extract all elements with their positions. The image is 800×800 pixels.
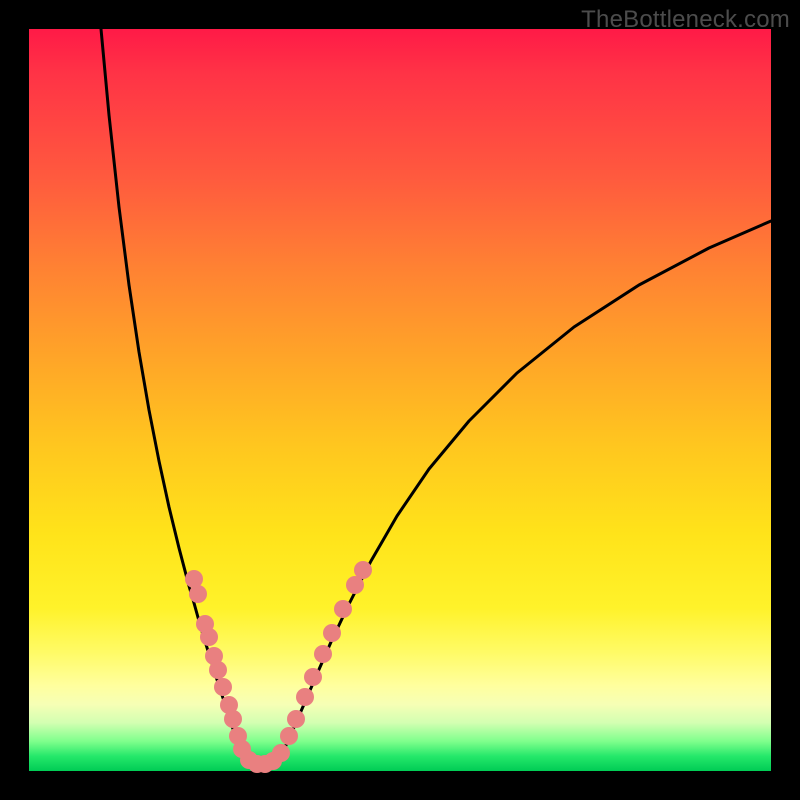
v-curve-path — [101, 29, 771, 767]
scatter-dot — [354, 561, 372, 579]
scatter-dot — [314, 645, 332, 663]
scatter-dot — [323, 624, 341, 642]
scatter-dot — [189, 585, 207, 603]
scatter-dot — [280, 727, 298, 745]
curves-svg — [29, 29, 771, 771]
scatter-dot — [209, 661, 227, 679]
scatter-dots — [185, 561, 372, 773]
scatter-dot — [224, 710, 242, 728]
scatter-dot — [272, 744, 290, 762]
plot-area — [29, 29, 771, 771]
bottleneck-curve — [101, 29, 771, 767]
scatter-dot — [334, 600, 352, 618]
scatter-dot — [304, 668, 322, 686]
scatter-dot — [200, 628, 218, 646]
scatter-dot — [287, 710, 305, 728]
watermark-text: TheBottleneck.com — [581, 6, 790, 34]
scatter-dot — [214, 678, 232, 696]
scatter-dot — [296, 688, 314, 706]
chart-frame: TheBottleneck.com — [0, 0, 800, 800]
